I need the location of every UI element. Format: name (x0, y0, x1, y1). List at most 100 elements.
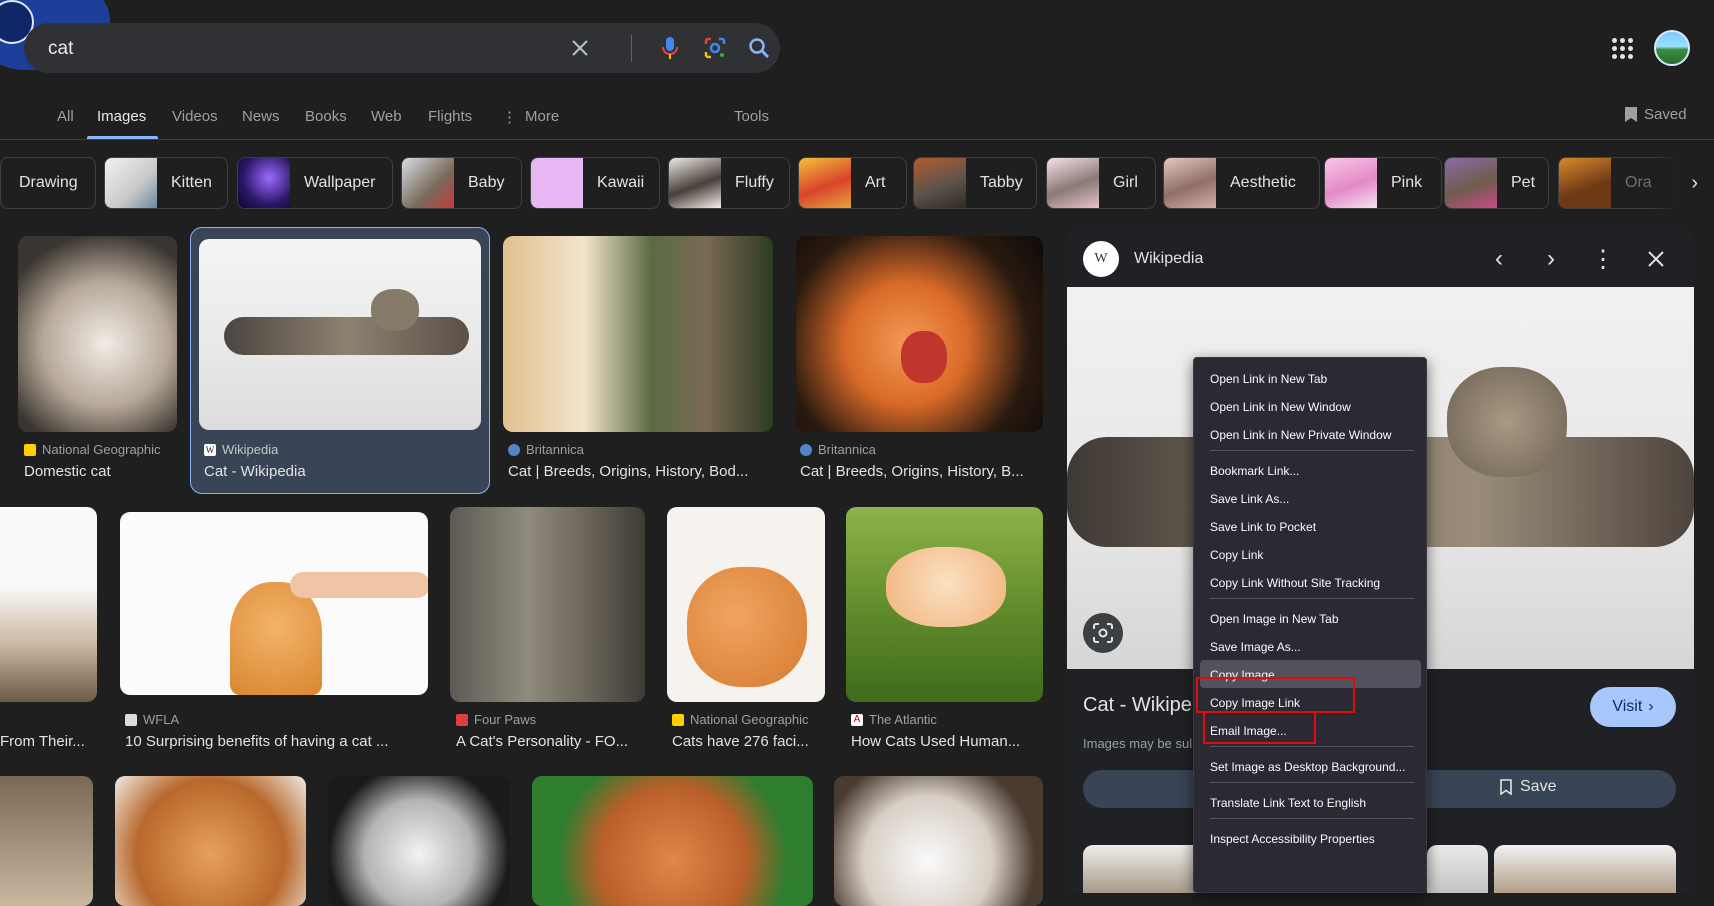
chips-next-button[interactable]: › (1650, 157, 1710, 209)
menu-item-open-link-new-window[interactable]: Open Link in New Window (1210, 400, 1351, 414)
tab-news[interactable]: News (242, 108, 280, 125)
menu-item-save-link-to-pocket[interactable]: Save Link to Pocket (1210, 520, 1316, 534)
tab-web[interactable]: Web (371, 108, 402, 125)
related-image[interactable] (1427, 845, 1488, 893)
result-title[interactable]: From Their... (0, 733, 95, 750)
result-title[interactable]: A Cat's Personality - FO... (456, 733, 641, 750)
tab-flights[interactable]: Flights (428, 108, 472, 125)
menu-item-save-link-as[interactable]: Save Link As... (1210, 492, 1289, 506)
chip-drawing[interactable]: Drawing (0, 157, 96, 209)
menu-separator (1210, 818, 1414, 819)
result-image[interactable] (796, 236, 1043, 432)
chip-wallpaper[interactable]: Wallpaper (237, 157, 393, 209)
tab-videos[interactable]: Videos (172, 108, 218, 125)
tab-more-label: More (525, 108, 560, 125)
result-image[interactable] (115, 776, 306, 906)
previous-button[interactable]: ‹ (1486, 245, 1512, 272)
result-image[interactable] (450, 507, 645, 702)
search-bar[interactable] (24, 23, 780, 75)
chip-art[interactable]: Art (798, 157, 907, 209)
tab-images[interactable]: Images (97, 108, 146, 125)
result-title[interactable]: 10 Surprising benefits of having a cat .… (125, 733, 425, 750)
chip-kawaii[interactable]: Kawaii (530, 157, 660, 209)
tools-button[interactable]: Tools (734, 108, 769, 125)
save-button[interactable]: Save (1500, 778, 1556, 796)
visual-search-button[interactable] (1083, 613, 1123, 653)
result-image[interactable] (0, 507, 97, 702)
chevron-right-icon: › (1691, 171, 1698, 194)
tab-more[interactable]: ⋮ More (502, 108, 559, 126)
result-image[interactable] (503, 236, 773, 432)
result-title[interactable]: Cat | Breeds, Origins, History, B... (800, 463, 1044, 480)
menu-item-copy-link-without-tracking[interactable]: Copy Link Without Site Tracking (1210, 576, 1380, 590)
wfla-favicon-icon (125, 713, 137, 726)
result-image[interactable] (18, 236, 177, 432)
related-image[interactable] (1494, 845, 1676, 893)
chip-pink[interactable]: Pink (1324, 157, 1442, 209)
chip-pet[interactable]: Pet (1444, 157, 1549, 209)
result-image[interactable] (120, 512, 428, 695)
search-input[interactable] (46, 23, 590, 75)
natgeo-favicon-icon (672, 713, 684, 726)
more-options-button[interactable]: ⋮ (1590, 246, 1616, 273)
chevron-left-icon: ‹ (1495, 245, 1503, 272)
menu-separator (1210, 746, 1414, 747)
result-image[interactable] (0, 776, 93, 906)
result-image[interactable] (199, 239, 481, 430)
result-image[interactable] (532, 776, 813, 906)
bookmark-icon (1625, 107, 1637, 122)
menu-item-inspect-accessibility[interactable]: Inspect Accessibility Properties (1210, 832, 1375, 846)
next-button[interactable]: › (1538, 245, 1564, 272)
result-image[interactable] (834, 776, 1043, 906)
apps-grid-icon[interactable] (1612, 38, 1633, 59)
chip-aesthetic[interactable]: Aesthetic (1163, 157, 1320, 209)
close-panel-button[interactable] (1643, 246, 1669, 272)
chip-thumb (1325, 158, 1377, 208)
chip-thumb (799, 158, 851, 208)
menu-item-open-link-new-tab[interactable]: Open Link in New Tab (1210, 372, 1327, 386)
result-title[interactable]: Domestic cat (24, 463, 174, 480)
result-title[interactable]: How Cats Used Human... (851, 733, 1041, 750)
search-icon[interactable] (746, 35, 772, 61)
result-image[interactable] (328, 776, 510, 906)
bookmark-icon (1500, 779, 1512, 795)
result-title[interactable]: Cat - Wikipedia (204, 463, 484, 480)
menu-item-open-image-new-tab[interactable]: Open Image in New Tab (1210, 612, 1339, 626)
result-title[interactable]: Cat | Breeds, Origins, History, Bod... (508, 463, 770, 480)
microphone-icon[interactable] (657, 35, 683, 61)
avatar[interactable] (1654, 30, 1690, 66)
chip-baby[interactable]: Baby (401, 157, 522, 209)
menu-separator (1210, 598, 1414, 599)
britannica-favicon-icon (508, 443, 520, 456)
chip-tabby[interactable]: Tabby (913, 157, 1037, 209)
menu-item-copy-link[interactable]: Copy Link (1210, 548, 1263, 562)
wikipedia-logo-icon[interactable]: W (1083, 241, 1119, 277)
chevron-right-icon: › (1648, 698, 1654, 715)
result-source: WFLA (125, 712, 179, 727)
lens-icon[interactable] (702, 35, 728, 61)
atlantic-favicon-icon: A (851, 713, 863, 726)
saved-button[interactable]: Saved (1624, 106, 1687, 123)
chip-fluffy[interactable]: Fluffy (668, 157, 790, 209)
save-label: Save (1520, 778, 1557, 795)
menu-item-open-link-private-window[interactable]: Open Link in New Private Window (1210, 428, 1391, 442)
result-source: W Wikipedia (204, 442, 279, 457)
tab-all[interactable]: All (57, 108, 74, 125)
tab-books[interactable]: Books (305, 108, 347, 125)
panel-source[interactable]: Wikipedia (1134, 250, 1203, 268)
visit-button[interactable]: Visit › (1590, 687, 1676, 727)
chip-girl[interactable]: Girl (1046, 157, 1156, 209)
menu-item-save-image-as[interactable]: Save Image As... (1210, 640, 1301, 654)
chip-kitten[interactable]: Kitten (104, 157, 228, 209)
clear-icon[interactable] (567, 35, 593, 61)
result-title[interactable]: Cats have 276 faci... (672, 733, 822, 750)
menu-item-bookmark-link[interactable]: Bookmark Link... (1210, 464, 1299, 478)
panel-note: Images may be sul (1083, 736, 1193, 751)
panel-title[interactable]: Cat - Wikipe (1083, 694, 1192, 717)
menu-item-set-desktop-background[interactable]: Set Image as Desktop Background... (1210, 760, 1405, 774)
result-image[interactable] (846, 507, 1043, 702)
result-image[interactable] (667, 507, 825, 702)
menu-item-translate-link-text[interactable]: Translate Link Text to English (1210, 796, 1366, 810)
visit-label: Visit (1612, 698, 1643, 715)
chevron-right-icon: › (1547, 245, 1555, 272)
